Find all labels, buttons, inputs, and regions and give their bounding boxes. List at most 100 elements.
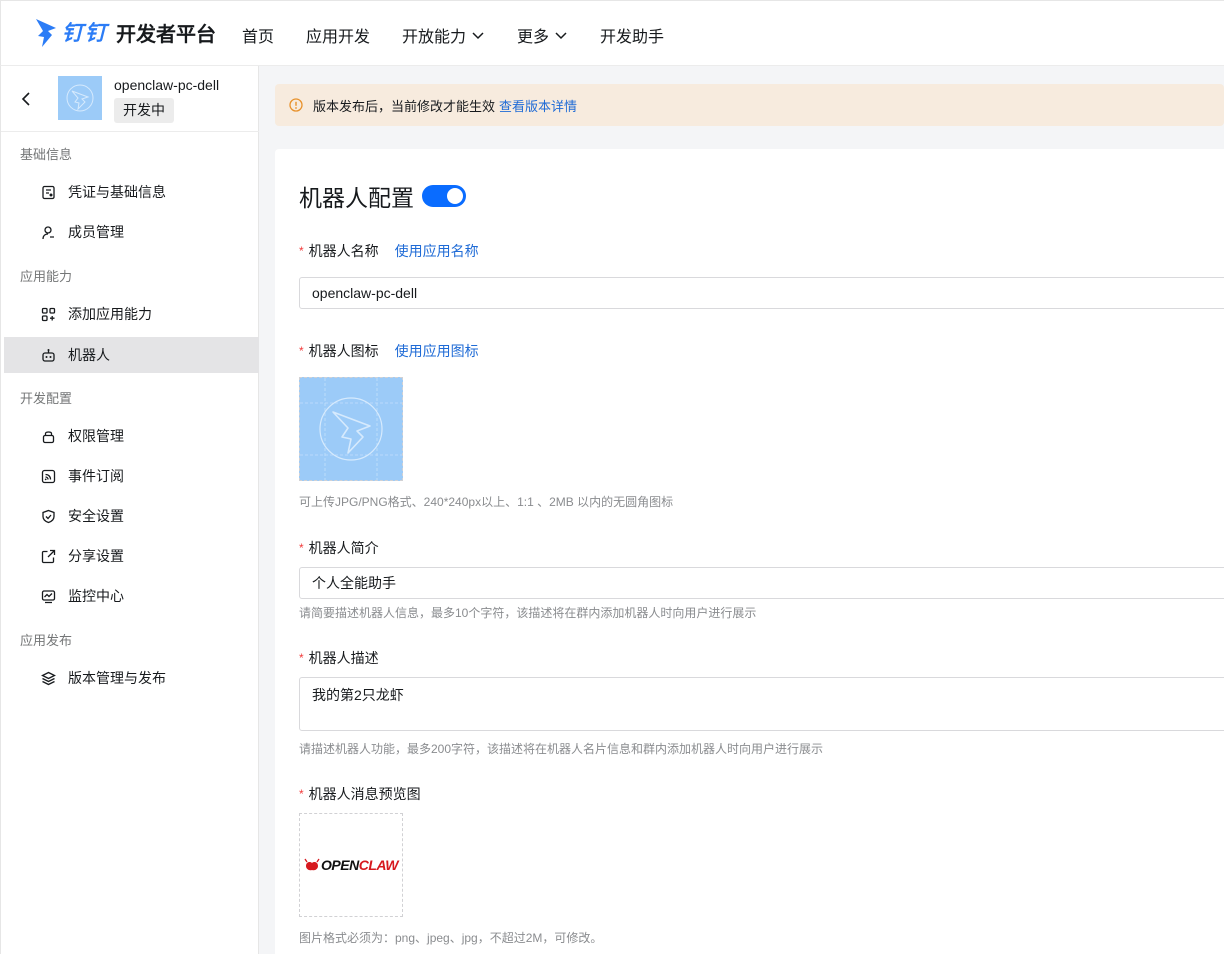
sidebar-item-label: 分享设置 xyxy=(68,548,124,564)
sidebar-item-label: 安全设置 xyxy=(68,508,124,524)
shield-icon xyxy=(42,509,55,523)
nav-dev-assistant-label: 开发助手 xyxy=(600,29,665,46)
main-content: 版本发布后，当前修改才能生效 查看版本详情 机器人配置 * 机器人名称 使用应用… xyxy=(259,66,1224,954)
sidebar-group-dev-config: 开发配置 xyxy=(20,391,73,406)
robot-desc-hint: 请描述机器人功能，最多200字符，该描述将在机器人名片信息和群内添加机器人时向用… xyxy=(299,742,824,756)
sidebar-item-robot[interactable]: 机器人 xyxy=(4,337,259,373)
robot-intro-label: 机器人简介 xyxy=(308,540,379,556)
title-row: 机器人配置 xyxy=(299,179,466,213)
openclaw-logo: OPENCLAW xyxy=(304,857,398,873)
sidebar-item-add-capability[interactable]: 添加应用能力 xyxy=(4,296,259,332)
toggle-knob xyxy=(447,188,463,204)
robot-intro-label-row: * 机器人简介 xyxy=(299,538,379,558)
sidebar-group-basic: 基础信息 xyxy=(20,147,73,162)
sidebar-item-members[interactable]: 成员管理 xyxy=(4,214,259,250)
robot-desc-textarea[interactable]: 我的第2只龙虾 xyxy=(299,677,1224,731)
view-version-details-link[interactable]: 查看版本详情 xyxy=(499,96,577,115)
rss-icon xyxy=(41,469,56,483)
app-status-badge: 开发中 xyxy=(114,98,174,123)
nav-home[interactable]: 首页 xyxy=(242,23,274,47)
openclaw-logo-text: OPENCLAW xyxy=(321,857,398,873)
lobster-icon xyxy=(304,858,320,871)
grid-add-icon xyxy=(41,307,56,321)
robot-preview-hint: 图片格式必须为：png、jpeg、jpg，不超过2M，可修改。 xyxy=(299,931,603,945)
app-header: openclaw-pc-dell 开发中 xyxy=(1,66,259,132)
layers-icon xyxy=(41,671,56,685)
sidebar-group-release: 应用发布 xyxy=(20,633,73,648)
dingtalk-logo-icon xyxy=(36,19,56,47)
robot-icon-upload[interactable] xyxy=(299,377,403,481)
nav-app-dev[interactable]: 应用开发 xyxy=(306,23,370,47)
sidebar-item-label: 成员管理 xyxy=(68,224,124,240)
robot-icon-hint: 可上传JPG/PNG格式、240*240px以上、1:1 、2MB 以内的无圆角… xyxy=(299,495,674,509)
release-notice: 版本发布后，当前修改才能生效 查看版本详情 xyxy=(275,84,1224,126)
brand-logo[interactable]: 钉钉 开发者平台 xyxy=(35,15,216,49)
sidebar-item-label: 监控中心 xyxy=(68,588,124,604)
nav-dev-assistant[interactable]: 开发助手 xyxy=(600,23,664,47)
notice-text: 版本发布后，当前修改才能生效 xyxy=(313,98,496,114)
sidebar-group-capability: 应用能力 xyxy=(20,269,73,284)
use-app-icon-link[interactable]: 使用应用图标 xyxy=(395,341,479,361)
logo-text-dark: OPEN xyxy=(321,857,359,873)
logo-text-red: CLAW xyxy=(358,857,399,873)
sidebar: openclaw-pc-dell 开发中 基础信息 凭证与基础信息 成员管理 应… xyxy=(0,66,259,954)
sidebar-item-label: 权限管理 xyxy=(68,428,124,444)
use-app-name-link[interactable]: 使用应用名称 xyxy=(395,241,479,261)
robot-config-card: 机器人配置 * 机器人名称 使用应用名称 openclaw-pc-dell * … xyxy=(275,149,1224,954)
robot-preview-label-row: * 机器人消息预览图 xyxy=(299,784,421,804)
required-mark: * xyxy=(299,787,304,801)
brand-subtitle: 开发者平台 xyxy=(116,23,216,46)
robot-name-label-row: * 机器人名称 使用应用名称 xyxy=(299,241,479,261)
user-icon xyxy=(42,225,54,239)
dingtalk-app-icon xyxy=(66,84,94,112)
nav-more-label: 更多 xyxy=(517,29,550,46)
chevron-down-icon xyxy=(472,32,484,40)
required-mark: * xyxy=(299,244,304,258)
sidebar-item-label: 版本管理与发布 xyxy=(68,670,166,686)
robot-icon xyxy=(42,348,55,362)
sidebar-item-events[interactable]: 事件订阅 xyxy=(4,458,259,494)
chevron-down-icon xyxy=(555,32,567,40)
sidebar-item-monitor[interactable]: 监控中心 xyxy=(4,578,259,614)
robot-icon-label: 机器人图标 xyxy=(308,343,379,359)
robot-intro-input[interactable]: 个人全能助手 xyxy=(299,567,1224,599)
nav-more[interactable]: 更多 xyxy=(517,23,568,47)
robot-preview-upload[interactable]: OPENCLAW xyxy=(299,813,403,917)
robot-icon-label-row: * 机器人图标 使用应用图标 xyxy=(299,341,479,361)
back-arrow-icon[interactable] xyxy=(17,90,35,108)
app-name: openclaw-pc-dell xyxy=(114,77,220,93)
robot-desc-label: 机器人描述 xyxy=(308,650,379,666)
page-title: 机器人配置 xyxy=(299,185,414,211)
top-navigation: 钉钉 开发者平台 首页 应用开发 开放能力 更多 开发助手 xyxy=(0,0,1224,66)
sidebar-item-security[interactable]: 安全设置 xyxy=(4,498,259,534)
nav-home-label: 首页 xyxy=(242,29,275,46)
required-mark: * xyxy=(299,344,304,358)
brand-name: 钉钉 xyxy=(62,22,108,45)
sidebar-item-label: 添加应用能力 xyxy=(68,306,152,322)
required-mark: * xyxy=(299,541,304,555)
lock-icon xyxy=(42,430,55,443)
sidebar-item-credentials[interactable]: 凭证与基础信息 xyxy=(4,174,259,210)
robot-intro-hint: 请简要描述机器人信息，最多10个字符，该描述将在群内添加机器人时向用户进行展示 xyxy=(299,606,757,620)
nav-open-capability-label: 开放能力 xyxy=(402,29,467,46)
robot-name-label: 机器人名称 xyxy=(308,243,379,259)
share-icon xyxy=(41,549,56,563)
credential-icon xyxy=(42,185,55,199)
robot-enable-toggle[interactable] xyxy=(422,185,466,207)
info-icon xyxy=(289,98,303,112)
robot-desc-label-row: * 机器人描述 xyxy=(299,648,379,668)
robot-preview-label: 机器人消息预览图 xyxy=(308,786,421,802)
monitor-icon xyxy=(41,589,56,603)
app-logo xyxy=(58,76,102,120)
nav-open-capability[interactable]: 开放能力 xyxy=(402,23,485,47)
sidebar-item-label: 凭证与基础信息 xyxy=(68,184,166,200)
sidebar-item-share[interactable]: 分享设置 xyxy=(4,538,259,574)
dingtalk-app-icon xyxy=(300,378,402,480)
robot-name-input[interactable]: openclaw-pc-dell xyxy=(299,277,1224,309)
nav-app-dev-label: 应用开发 xyxy=(306,29,371,46)
sidebar-item-label: 机器人 xyxy=(68,347,110,363)
sidebar-item-label: 事件订阅 xyxy=(68,468,124,484)
sidebar-item-versions[interactable]: 版本管理与发布 xyxy=(4,660,259,696)
required-mark: * xyxy=(299,651,304,665)
sidebar-item-permissions[interactable]: 权限管理 xyxy=(4,418,259,454)
